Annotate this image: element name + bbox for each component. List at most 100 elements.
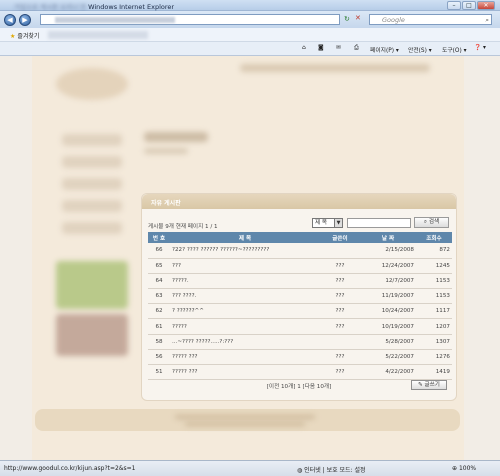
- row-date: 10/24/2007: [360, 303, 416, 320]
- feeds-icon[interactable]: ◙: [318, 45, 324, 51]
- close-button[interactable]: ✕: [477, 1, 495, 10]
- search-placeholder: Google: [382, 16, 405, 24]
- star-icon: ★: [10, 33, 16, 40]
- table-row: 61???????? 10/19/2007 1207: [148, 318, 452, 335]
- globe-icon: ◍: [297, 467, 303, 474]
- window-title: 가입으로 게시판 오리너 연 Windows Internet Explorer: [14, 1, 174, 11]
- row-title-link[interactable]: ?????: [170, 318, 320, 335]
- address-bar: ◀ ▶ ↻ ✕ Google ⌕: [0, 11, 500, 28]
- side-menu-3[interactable]: [62, 178, 122, 190]
- search-field-select[interactable]: 제 목 ▼: [312, 218, 343, 228]
- footer-text-2: [185, 422, 305, 426]
- row-author: ???: [320, 364, 360, 381]
- title-bar: 가입으로 게시판 오리너 연 Windows Internet Explorer…: [0, 0, 500, 11]
- row-author: [320, 243, 360, 259]
- table-header-row: 번 호 제 목 글쓴이 날 짜 조회수: [148, 232, 452, 243]
- home-icon[interactable]: ⌂: [302, 45, 306, 51]
- row-date: 12/7/2007: [360, 273, 416, 290]
- table-row: 65?????? 12/24/2007 1245: [148, 258, 452, 274]
- post-table: 번 호 제 목 글쓴이 날 짜 조회수 66 ?22? ???? ?????? ?…: [148, 232, 452, 381]
- row-title-link[interactable]: ????? ???: [170, 349, 320, 366]
- print-icon[interactable]: ⎙: [354, 45, 359, 52]
- table-row: 58 ...~???? ?????.....?:??? 5/28/2007 1307: [148, 334, 452, 350]
- board-info: 게시물 9개 현재 페이지 1 / 1: [148, 224, 218, 230]
- zoom-control[interactable]: ⊕ 100%: [452, 465, 476, 472]
- side-menu-1[interactable]: [62, 134, 122, 146]
- side-menu-5[interactable]: [62, 222, 122, 234]
- col-views: 조회수: [416, 232, 452, 243]
- side-banner-green[interactable]: [56, 261, 128, 309]
- footer-text-1: [175, 415, 315, 419]
- row-title-link[interactable]: ????? ???: [170, 364, 320, 381]
- row-views: 1153: [416, 288, 452, 305]
- row-date: 5/28/2007: [360, 334, 416, 350]
- row-author: ???: [320, 273, 360, 290]
- board-search-label: 검색: [428, 219, 440, 225]
- board-title: 자유 게시판: [151, 200, 181, 207]
- minimize-button[interactable]: –: [447, 1, 461, 10]
- free-board: 자유 게시판 게시물 9개 현재 페이지 1 / 1 제 목 ▼ ⌕ 검색 번 …: [141, 193, 457, 401]
- row-title-link[interactable]: ? ??????^^: [170, 303, 320, 320]
- row-date: 11/19/2007: [360, 288, 416, 305]
- status-zone[interactable]: ◍ 인터넷 | 보호 모드: 설정: [297, 465, 366, 474]
- url-input[interactable]: [40, 14, 340, 25]
- browser-tab[interactable]: [48, 31, 148, 39]
- col-author: 글쓴이: [320, 232, 360, 243]
- zoom-icon: ⊕: [452, 465, 458, 472]
- command-bar: ⌂ ◙ ✉ ⎙ 페이지(P) ▾ 안전(S) ▾ 도구(O) ▾ ❓ ▾: [0, 42, 500, 56]
- row-number: 65: [148, 258, 170, 274]
- stop-icon[interactable]: ✕: [355, 14, 361, 22]
- back-button[interactable]: ◀: [4, 14, 16, 26]
- search-input[interactable]: Google ⌕: [369, 14, 492, 25]
- board-search-button[interactable]: ⌕ 검색: [414, 217, 449, 228]
- top-nav[interactable]: [240, 64, 430, 72]
- search-icon[interactable]: ⌕: [485, 16, 489, 25]
- table-row: 63??? ????.??? 11/19/2007 1153: [148, 288, 452, 305]
- status-url: http://www.goodul.co.kr/kijun.asp?t=2&s=…: [4, 465, 136, 472]
- write-button[interactable]: ✎ 글쓰기: [411, 380, 447, 390]
- row-title-link[interactable]: ...~???? ?????.....?:???: [170, 334, 320, 350]
- row-number: 56: [148, 349, 170, 366]
- row-title-link[interactable]: ?22? ???? ?????? ??????~?????????: [170, 243, 320, 259]
- row-views: 1153: [416, 273, 452, 290]
- pagination[interactable]: [이전 10개] 1 [다음 10개]: [142, 382, 456, 390]
- blurred-url: [55, 17, 175, 23]
- row-title-link[interactable]: ??? ????.: [170, 288, 320, 305]
- row-date: 5/22/2007: [360, 349, 416, 366]
- chevron-down-icon[interactable]: ▼: [334, 219, 342, 227]
- page-subheading: [144, 148, 188, 154]
- row-author: [320, 334, 360, 350]
- mail-icon[interactable]: ✉: [336, 45, 341, 51]
- row-views: 1207: [416, 318, 452, 335]
- maximize-button[interactable]: □: [462, 1, 476, 10]
- row-number: 58: [148, 334, 170, 350]
- row-views: 1276: [416, 349, 452, 366]
- col-date: 날 짜: [360, 232, 416, 243]
- forward-button[interactable]: ▶: [19, 14, 31, 26]
- page-menu[interactable]: 페이지(P) ▾: [370, 45, 399, 54]
- side-menu-4[interactable]: [62, 200, 122, 212]
- table-row: 56????? ?????? 5/22/2007 1276: [148, 349, 452, 366]
- help-menu[interactable]: ❓ ▾: [474, 45, 486, 51]
- tools-menu[interactable]: 도구(O) ▾: [442, 45, 467, 54]
- side-banner-brown[interactable]: [56, 314, 128, 356]
- write-button-label: 글쓰기: [424, 382, 440, 388]
- search-field-value: 제 목: [315, 220, 328, 226]
- favorites-button[interactable]: ★ 즐겨찾기: [10, 31, 39, 40]
- col-title: 제 목: [170, 232, 320, 243]
- page-heading: [144, 132, 208, 142]
- row-title-link[interactable]: ?????.: [170, 273, 320, 290]
- row-number: 51: [148, 364, 170, 381]
- table-row: 51????? ?????? 4/22/2007 1419: [148, 364, 452, 381]
- row-number: 64: [148, 273, 170, 290]
- site-logo[interactable]: [56, 68, 128, 100]
- keyword-input[interactable]: [347, 218, 411, 228]
- refresh-icon[interactable]: ↻: [344, 15, 350, 23]
- safety-menu[interactable]: 안전(S) ▾: [408, 45, 432, 54]
- col-number: 번 호: [148, 232, 170, 243]
- side-menu-2[interactable]: [62, 156, 122, 168]
- row-number: 63: [148, 288, 170, 305]
- row-author: ???: [320, 349, 360, 366]
- page-viewport: 자유 게시판 게시물 9개 현재 페이지 1 / 1 제 목 ▼ ⌕ 검색 번 …: [0, 56, 500, 460]
- row-title-link[interactable]: ???: [170, 258, 320, 274]
